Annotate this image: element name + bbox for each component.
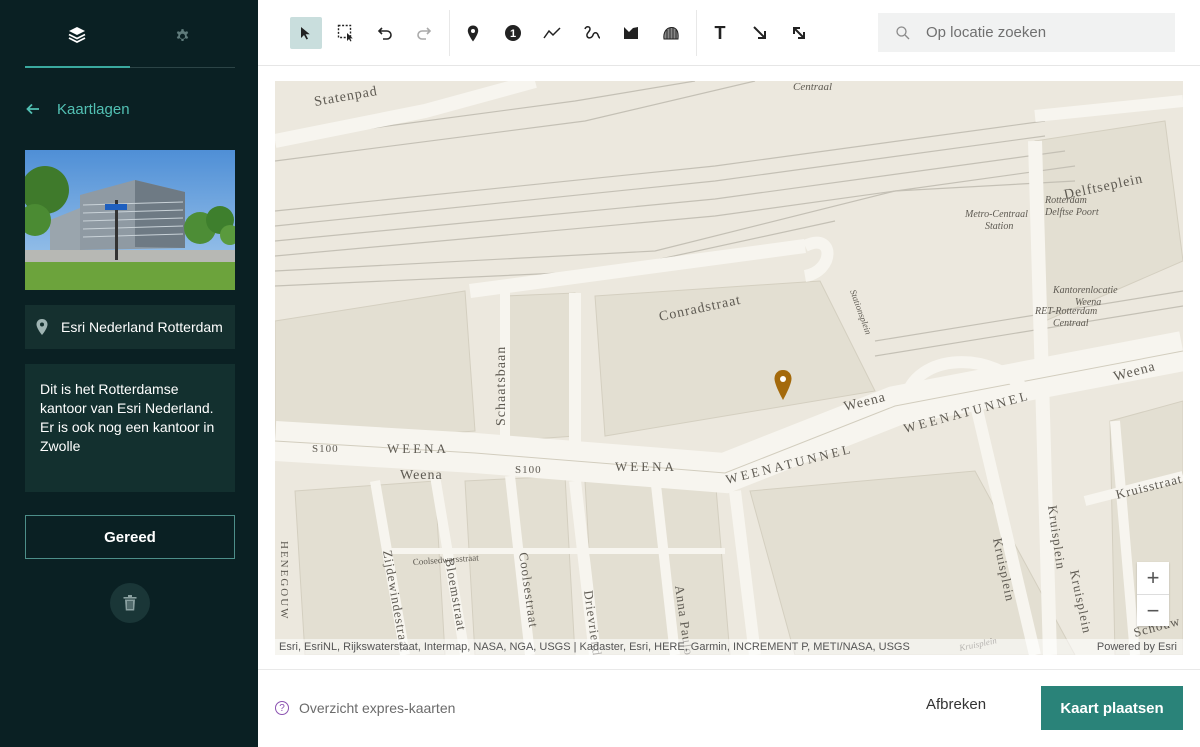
label-line: Centraal: [1053, 318, 1089, 329]
label-line: Rotterdam: [1044, 195, 1087, 206]
map-label-centraal: Centraal: [793, 81, 832, 93]
map-pin-icon: [36, 319, 48, 335]
search-icon: [896, 25, 910, 39]
pin-tool-button[interactable]: [457, 17, 489, 49]
back-label: Kaartlagen: [57, 100, 130, 118]
done-button[interactable]: Gereed: [25, 515, 235, 559]
label-line: Delftse Poort: [1044, 207, 1099, 218]
undo-icon: [377, 27, 392, 40]
footer-bar: ? Overzicht expres-kaarten Afbreken Kaar…: [258, 669, 1200, 747]
label-line: Metro-Centraal: [964, 209, 1028, 220]
cancel-button[interactable]: Afbreken: [926, 696, 986, 713]
sidebar-tabs: [25, 0, 235, 68]
basemap: Statenpad Centraal Delftseplein Rotterda…: [275, 81, 1183, 655]
zoom-out-button[interactable]: −: [1137, 594, 1169, 626]
text-icon: T: [714, 22, 726, 43]
numbered-marker-icon: 1: [505, 25, 521, 41]
arrow-icon: [753, 26, 766, 39]
toolbar-divider: [696, 10, 697, 56]
overview-link[interactable]: ? Overzicht expres-kaarten: [275, 700, 455, 716]
active-tab-indicator: [25, 66, 130, 68]
zoom-controls: + −: [1137, 562, 1169, 626]
back-to-layers-link[interactable]: Kaartlagen: [25, 96, 130, 122]
app: Kaartlagen Esri Nederland Rotterdam Dit …: [0, 0, 1200, 747]
map-label-weena-4: WEENA: [615, 459, 677, 474]
location-field[interactable]: Esri Nederland Rotterdam: [25, 305, 235, 349]
map-label-weena-2: WEENA: [387, 441, 449, 456]
map-label-schaatsbaan: Schaatsbaan: [494, 346, 509, 426]
tab-settings[interactable]: [169, 22, 195, 48]
map-attribution: Esri, EsriNL, Rijkswaterstaat, Intermap,…: [275, 639, 1183, 655]
arrow-left-icon: [26, 103, 39, 115]
delete-button[interactable]: [110, 583, 150, 623]
description-text: Dit is het Rotterdamse kantoor van Esri …: [40, 381, 215, 454]
text-tool-button[interactable]: T: [704, 17, 736, 49]
drawing-toolbar: 1 T: [258, 0, 1200, 66]
double-arrow-tool-button[interactable]: [783, 17, 815, 49]
map-label-henegouw: HENEGOUW: [278, 541, 290, 621]
box-select-icon: [337, 24, 353, 42]
freehand-line-tool-button[interactable]: [576, 17, 608, 49]
undo-button[interactable]: [369, 17, 401, 49]
map-view[interactable]: Statenpad Centraal Delftseplein Rotterda…: [275, 81, 1183, 655]
redo-icon: [417, 27, 432, 40]
polygon-tool-button[interactable]: [615, 17, 647, 49]
map-marker-pin-icon[interactable]: [773, 369, 793, 402]
help-icon: ?: [275, 701, 289, 715]
line-tool-button[interactable]: [536, 17, 568, 49]
toolbar-divider: [449, 10, 450, 56]
label-line: Station: [985, 221, 1013, 232]
select-tool-button[interactable]: [290, 17, 322, 49]
numbered-marker-tool-button[interactable]: 1: [497, 17, 529, 49]
powered-by-esri[interactable]: Powered by Esri: [1097, 639, 1177, 655]
pin-icon: [467, 25, 479, 41]
numbered-marker-number: 1: [510, 28, 516, 40]
polygon-icon: [624, 27, 638, 39]
line-icon: [543, 27, 561, 39]
map-label-s100-1: S100: [312, 443, 339, 455]
select-icon: [301, 27, 310, 40]
gear-icon: [176, 28, 188, 41]
freehand-area-icon: [663, 26, 679, 39]
box-select-tool-button[interactable]: [330, 17, 362, 49]
map-label-weena-3: Weena: [400, 468, 443, 483]
double-arrow-icon: [793, 27, 805, 39]
tab-layers[interactable]: [64, 22, 90, 48]
search-input[interactable]: [926, 24, 1166, 41]
attribution-text: Esri, EsriNL, Rijkswaterstaat, Intermap,…: [279, 641, 910, 653]
zoom-in-button[interactable]: +: [1137, 562, 1169, 594]
trash-icon: [123, 595, 137, 611]
place-map-button[interactable]: Kaart plaatsen: [1041, 686, 1183, 730]
location-photo: [25, 150, 235, 290]
label-line: RET-Rotterdam: [1034, 306, 1097, 317]
arrow-tool-button[interactable]: [744, 17, 776, 49]
description-field[interactable]: Dit is het Rotterdamse kantoor van Esri …: [25, 364, 235, 492]
redo-button[interactable]: [408, 17, 440, 49]
sidebar: Kaartlagen Esri Nederland Rotterdam Dit …: [0, 0, 258, 747]
location-search[interactable]: [878, 13, 1175, 52]
layers-icon: [68, 27, 86, 44]
map-label-s100-2: S100: [515, 464, 542, 476]
label-line: Kantorenlocatie: [1052, 285, 1118, 296]
freehand-area-tool-button[interactable]: [655, 17, 687, 49]
location-text: Esri Nederland Rotterdam: [61, 319, 223, 335]
overview-label: Overzicht expres-kaarten: [299, 700, 456, 716]
freehand-icon: [584, 26, 601, 39]
